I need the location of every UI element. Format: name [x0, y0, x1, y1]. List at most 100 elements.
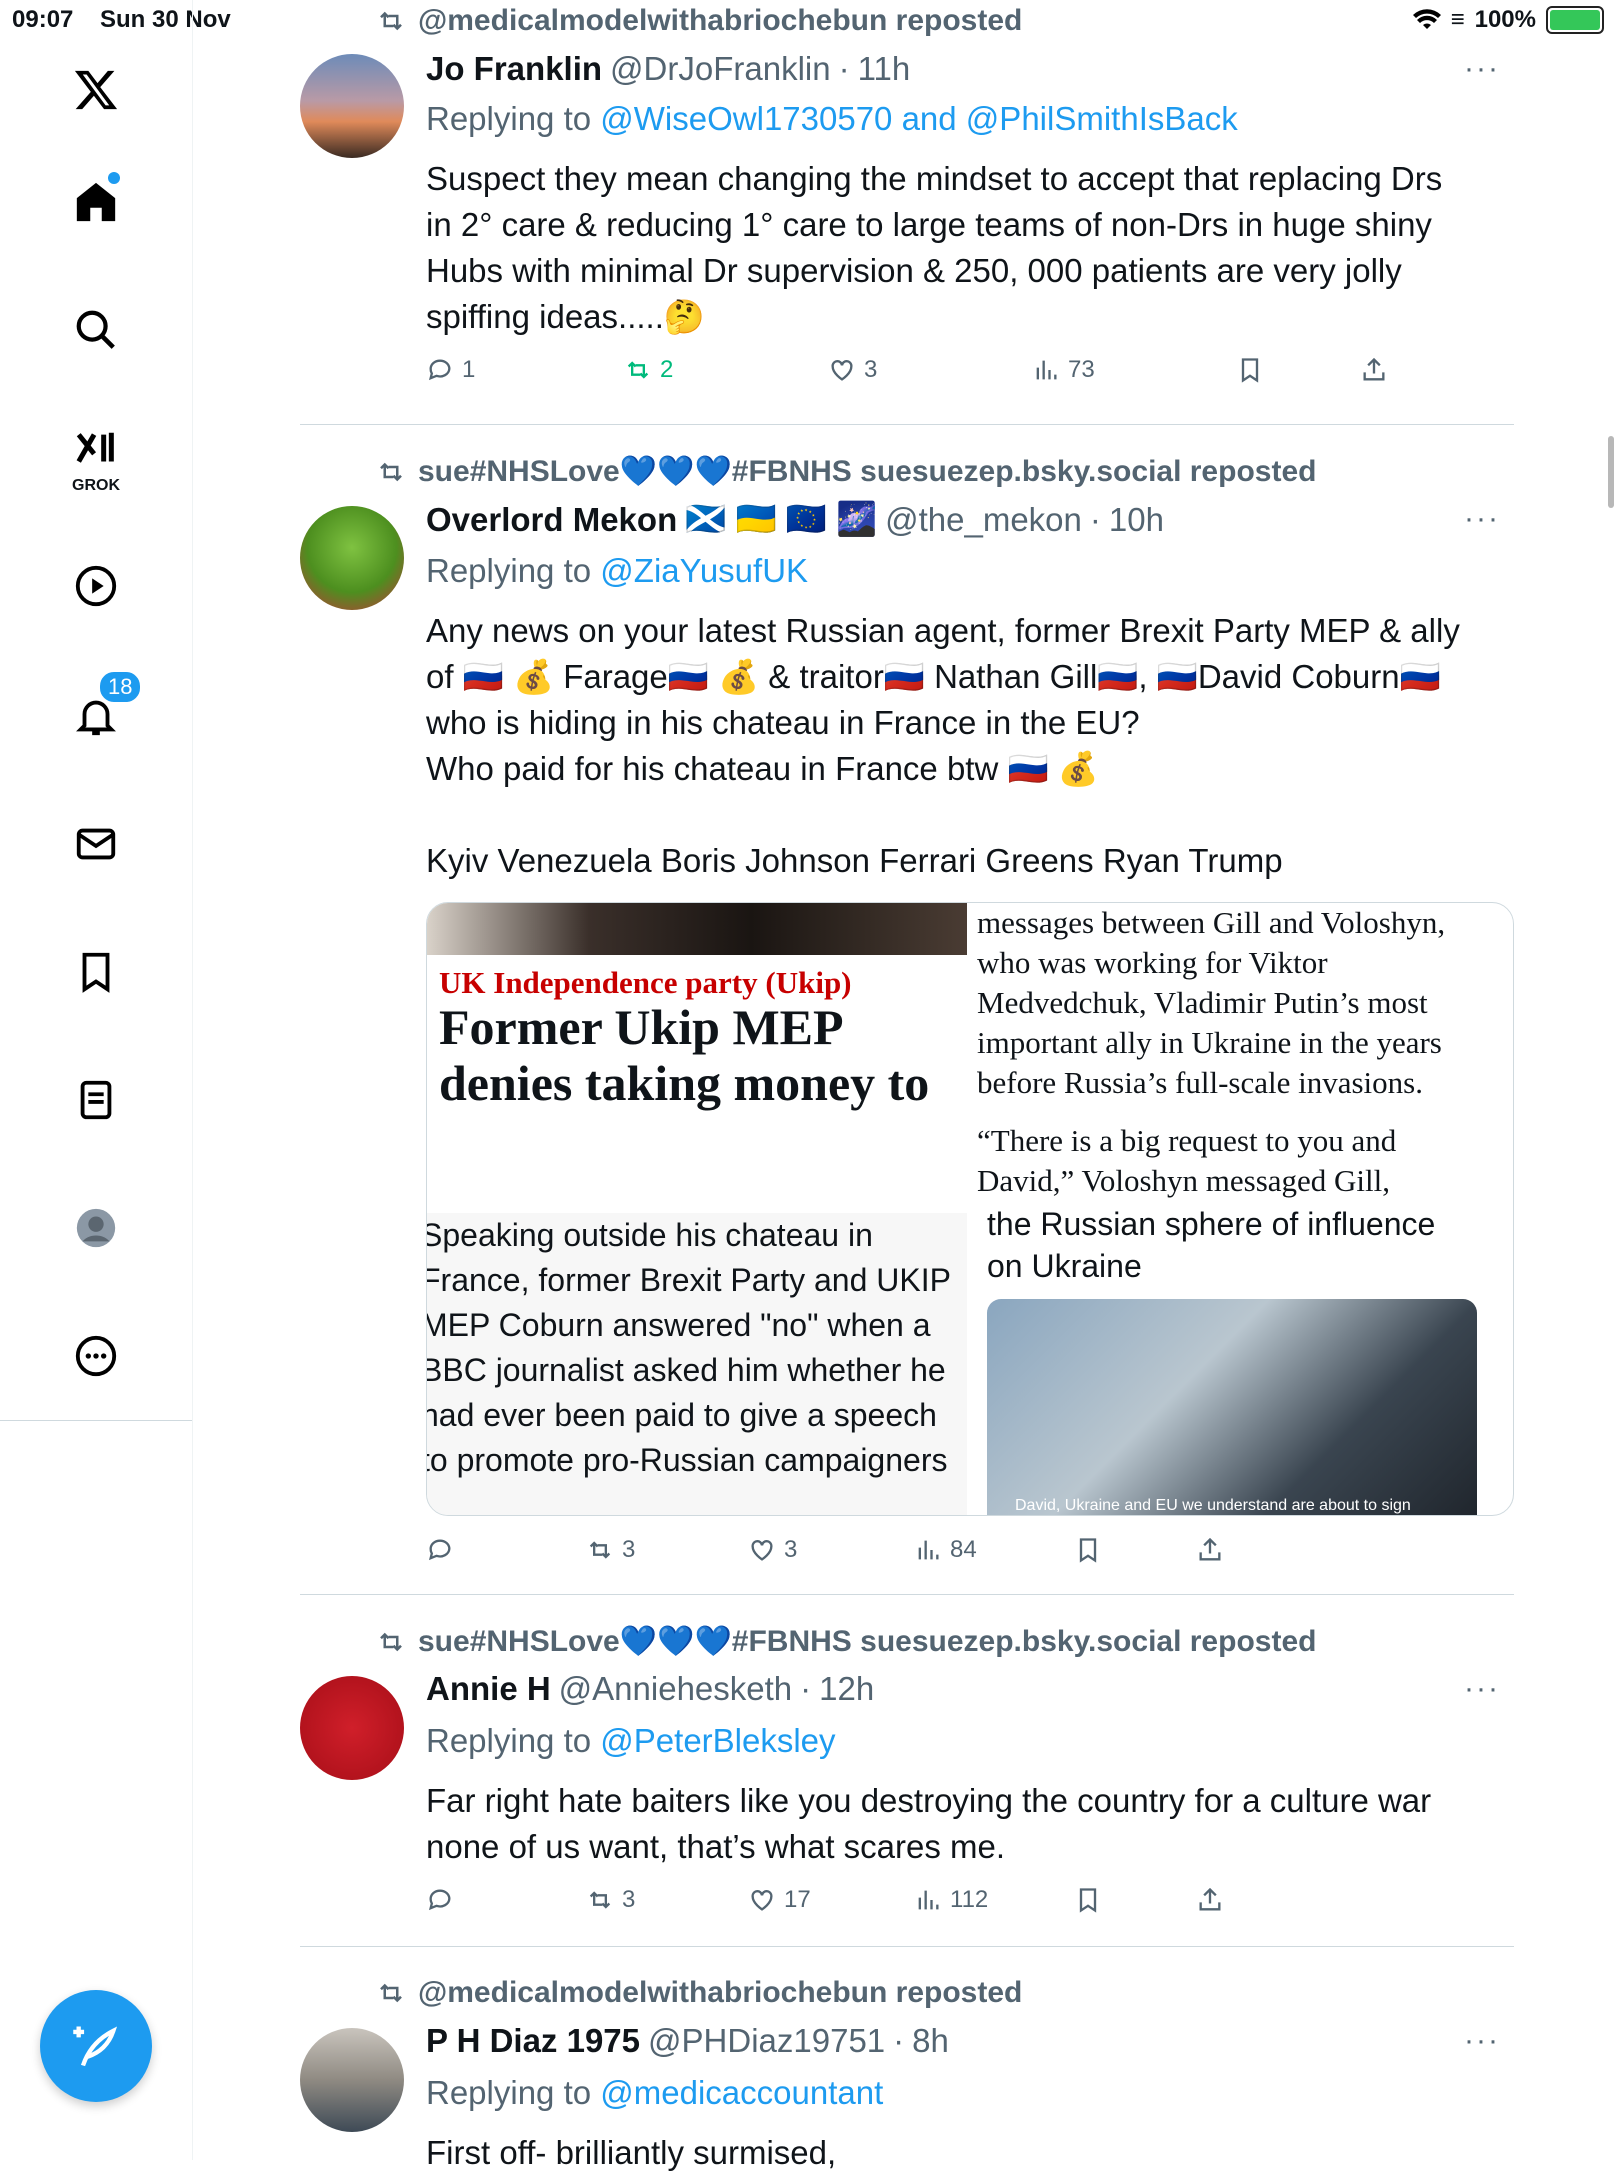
heart-icon	[831, 360, 853, 381]
quote-line: who was working for Viktor	[977, 945, 1328, 980]
excerpt-line: Speaking outside his chateau in	[427, 1217, 873, 1253]
views-button[interactable]: 112	[914, 1886, 988, 1914]
wifi-icon	[1412, 9, 1441, 30]
tweet-text-line: Any news on your latest Russian agent, f…	[426, 612, 1460, 649]
replying-to-link[interactable]: @ZiaYusufUK	[600, 552, 808, 589]
compose-button[interactable]	[40, 1990, 152, 2102]
like-count: 3	[864, 356, 878, 383]
share-button[interactable]	[1196, 1886, 1224, 1914]
reply-icon	[428, 1889, 451, 1911]
article-headline: Former Ukip MEP denies taking money to p…	[439, 999, 959, 1119]
more-icon[interactable]: ···	[1464, 502, 1500, 536]
like-button[interactable]: 3	[828, 356, 877, 384]
author-name[interactable]: Annie H	[426, 1670, 551, 1708]
image-collage[interactable]: UK Independence party (Ukip) Former Ukip…	[426, 902, 1514, 1516]
tweet-time[interactable]: 10h	[1109, 501, 1164, 539]
bookmark-button[interactable]	[1236, 356, 1264, 384]
repost-icon	[380, 462, 402, 481]
views-icon	[918, 1540, 939, 1560]
repost-icon	[380, 1632, 402, 1651]
more-options-icon[interactable]	[56, 1316, 136, 1396]
reply-button[interactable]	[426, 1536, 462, 1564]
scroll-indicator[interactable]	[1608, 436, 1614, 508]
more-icon[interactable]: ···	[1464, 1672, 1500, 1706]
replying-to: Replying to @PeterBleksley	[426, 1722, 836, 1760]
notifications-icon[interactable]: 18	[56, 670, 143, 756]
tweet-text-line: First off- brilliantly surmised,	[426, 2134, 837, 2171]
home-unread-dot	[108, 172, 120, 184]
messages-icon[interactable]	[56, 804, 136, 884]
profile-icon[interactable]	[56, 1188, 136, 1268]
article-kicker: UK Independence party (Ukip)	[439, 965, 852, 1000]
name-flags: 🏴󠁧󠁢󠁳󠁣󠁴󠁿 🇺🇦 🇪🇺 🌌	[685, 500, 878, 537]
author-name[interactable]: Jo Franklin	[426, 50, 602, 88]
repost-count: 3	[622, 1886, 636, 1913]
tweet-text-line	[426, 792, 1486, 838]
repost-button[interactable]: 3	[586, 1886, 635, 1914]
avatar[interactable]	[300, 54, 404, 158]
replying-to-link[interactable]: @WiseOwl1730570 and @PhilSmithIsBack	[600, 100, 1237, 137]
author-name[interactable]: Overlord Mekon	[426, 501, 677, 539]
avatar[interactable]	[300, 1676, 404, 1780]
bookmark-button[interactable]	[1074, 1886, 1102, 1914]
excerpt-line: had ever been paid to give a speech	[427, 1397, 937, 1433]
replying-to-link[interactable]: @PeterBleksley	[600, 1722, 835, 1759]
action-bar: 1 2 3 73	[426, 356, 1426, 396]
author-line: Overlord Mekon 🏴󠁧󠁢󠁳󠁣󠁴󠁿 🇺🇦 🇪🇺 🌌 @the_meko…	[426, 500, 1164, 539]
author-handle[interactable]: @Anniehesketh	[559, 1670, 792, 1708]
article-quote: messages between Gill and Voloshyn, who …	[977, 903, 1507, 1201]
author-handle[interactable]: @the_mekon	[885, 501, 1082, 539]
quote-line: David,” Voloshyn messaged Gill,	[977, 1163, 1391, 1198]
bookmark-icon	[1079, 1538, 1097, 1563]
excerpt-line: MEP Coburn answered "no" when a	[427, 1307, 931, 1343]
replying-to-link[interactable]: @medicaccountant	[600, 2074, 883, 2111]
tweet-text: First off- brilliantly surmised,	[426, 2130, 1486, 2176]
bookmark-icon	[1241, 358, 1259, 383]
article-photo	[427, 903, 967, 955]
collage-left-panel: UK Independence party (Ukip) Former Ukip…	[427, 903, 967, 1515]
like-button[interactable]: 17	[748, 1886, 811, 1914]
tweet-divider	[300, 1946, 1514, 1947]
tweet-text-line: Suspect they mean changing the mindset t…	[426, 160, 1443, 197]
tweet-time[interactable]: 8h	[912, 2022, 949, 2060]
replying-prefix: Replying to	[426, 552, 592, 589]
views-button[interactable]: 84	[914, 1536, 977, 1564]
tweet-text: Any news on your latest Russian agent, f…	[426, 608, 1486, 884]
bookmarks-icon[interactable]	[56, 932, 136, 1012]
like-button[interactable]: 3	[748, 1536, 797, 1564]
views-count: 73	[1068, 356, 1095, 383]
tweet-text-line: who is hiding in his chateau in France i…	[426, 704, 1140, 741]
tweet-text-line: spiffing ideas.....🤔	[426, 298, 705, 335]
bookmark-button[interactable]	[1074, 1536, 1102, 1564]
avatar[interactable]	[300, 2028, 404, 2132]
views-button[interactable]: 73	[1032, 356, 1095, 384]
video-icon[interactable]	[56, 546, 136, 626]
reply-button[interactable]	[426, 1886, 462, 1914]
share-icon	[1199, 1887, 1221, 1911]
author-handle[interactable]: @DrJoFranklin	[610, 50, 831, 88]
tweet-text-line: Who paid for his chateau in France btw 🇷…	[426, 750, 1099, 787]
more-icon[interactable]: ···	[1464, 2024, 1500, 2058]
replying-prefix: Replying to	[426, 2074, 592, 2111]
author-handle[interactable]: @PHDiaz19751	[648, 2022, 885, 2060]
repost-icon	[589, 1891, 611, 1909]
repost-button[interactable]: 3	[586, 1536, 635, 1564]
author-name[interactable]: P H Diaz 1975	[426, 2022, 640, 2060]
battery-icon	[1546, 6, 1604, 34]
compose-feather-icon	[73, 2026, 118, 2067]
share-button[interactable]	[1360, 356, 1388, 384]
tweet-time[interactable]: 11h	[858, 50, 911, 88]
collage-right-panel: messages between Gill and Voloshyn, who …	[967, 903, 1513, 1515]
tweet-text-line: none of us want, that’s what scares me.	[426, 1828, 1006, 1865]
reply-button[interactable]: 1	[426, 356, 475, 384]
avatar[interactable]	[300, 506, 404, 610]
x-logo-icon[interactable]	[56, 50, 136, 130]
tweet-text: Suspect they mean changing the mindset t…	[426, 156, 1486, 340]
home-icon[interactable]	[56, 162, 136, 242]
search-icon[interactable]	[56, 290, 136, 370]
share-button[interactable]	[1196, 1536, 1224, 1564]
tweet-time[interactable]: 12h	[819, 1670, 874, 1708]
more-icon[interactable]: ···	[1464, 52, 1500, 86]
repost-button[interactable]: 2	[624, 356, 673, 384]
lists-icon[interactable]	[56, 1060, 136, 1140]
